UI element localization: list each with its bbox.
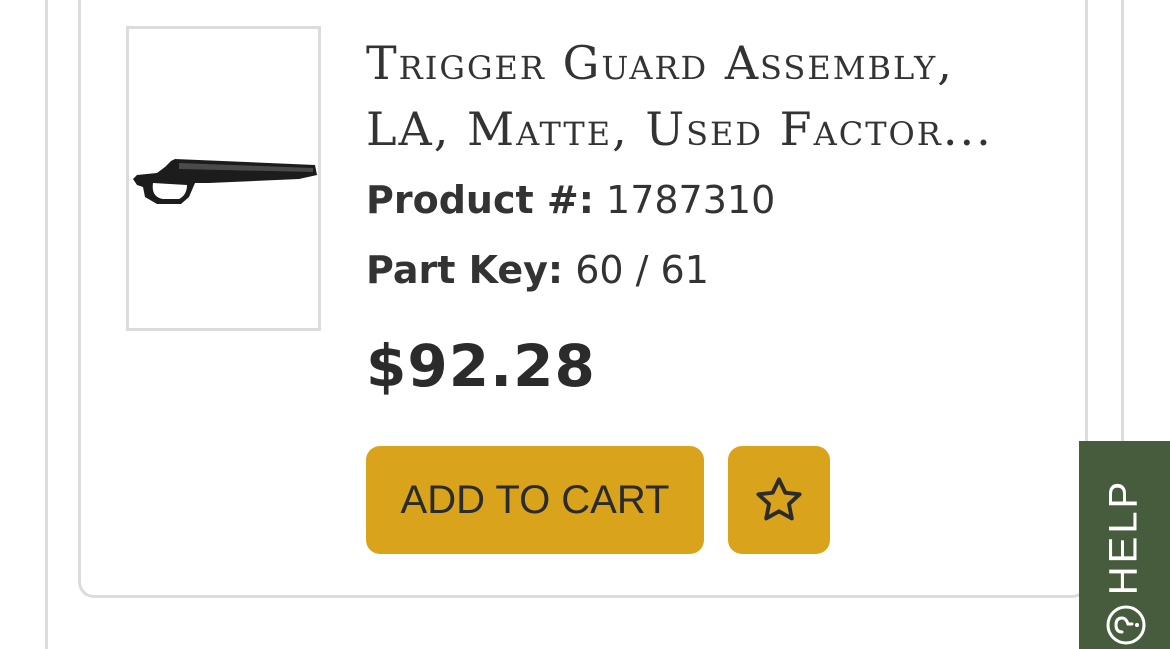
part-key-label: Part Key:: [366, 248, 564, 292]
question-circle-icon: [1106, 605, 1146, 645]
star-icon: [756, 477, 802, 521]
product-price: $92.28: [366, 332, 596, 400]
part-key-row: Part Key: 60 / 61: [366, 248, 709, 292]
product-title[interactable]: Trigger Guard Assembly, LA, Matte, Used …: [366, 30, 1066, 162]
trigger-guard-image: [133, 159, 317, 204]
product-number-label: Product #:: [366, 178, 594, 222]
product-title-line-1: Trigger Guard Assembly,: [366, 36, 954, 90]
product-number-value: 1787310: [606, 178, 776, 222]
part-key-value: 60 / 61: [575, 248, 709, 292]
product-title-line-2: LA, Matte, Used Factor...: [366, 102, 993, 156]
page-border-left: [45, 0, 48, 649]
help-label: HELP: [1101, 478, 1146, 596]
help-tab[interactable]: HELP: [1079, 441, 1170, 649]
add-to-wishlist-button[interactable]: [728, 446, 830, 554]
add-to-cart-button[interactable]: ADD TO CART: [366, 446, 704, 554]
product-number-row: Product #: 1787310: [366, 178, 775, 222]
product-thumbnail[interactable]: [126, 26, 321, 331]
